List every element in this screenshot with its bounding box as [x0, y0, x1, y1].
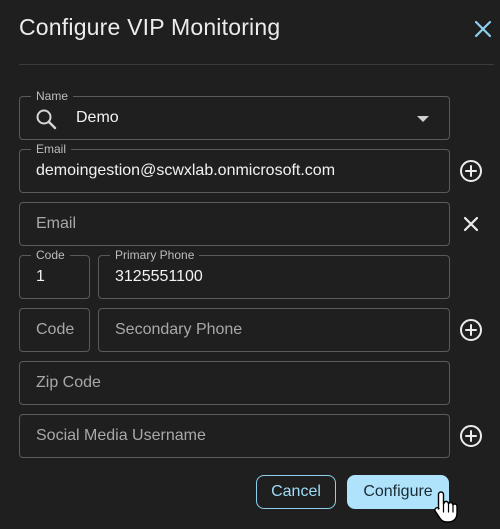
zip-code-field[interactable]: Zip Code	[19, 361, 450, 405]
dialog-title: Configure VIP Monitoring	[19, 14, 281, 40]
add-circle-icon	[460, 319, 482, 341]
social-media-placeholder: Social Media Username	[36, 427, 206, 444]
email-label: Email	[31, 142, 72, 156]
add-circle-icon	[460, 425, 482, 447]
code-value: 1	[36, 268, 45, 285]
secondary-phone-field[interactable]: Secondary Phone	[98, 308, 450, 352]
email-value: demoingestion@scwxlab.onmicrosoft.com	[36, 162, 336, 179]
name-select[interactable]: Name Demo	[19, 89, 450, 140]
header-divider	[19, 64, 494, 65]
remove-email-button[interactable]	[458, 211, 484, 237]
email-field-1[interactable]: Email demoingestion@scwxlab.onmicrosoft.…	[19, 142, 450, 193]
close-button[interactable]	[470, 16, 496, 42]
email-placeholder: Email	[36, 215, 77, 232]
hand-cursor-icon	[434, 491, 458, 523]
add-social-media-button[interactable]	[458, 423, 484, 449]
search-icon	[36, 109, 57, 130]
name-label: Name	[31, 89, 74, 103]
primary-phone-value: 3125551100	[115, 268, 203, 285]
cancel-button[interactable]: Cancel	[256, 475, 336, 509]
code-label: Code	[31, 248, 70, 262]
code-field-2[interactable]: Code	[19, 308, 90, 352]
code-field-1[interactable]: Code 1	[19, 248, 90, 299]
secondary-phone-placeholder: Secondary Phone	[115, 321, 243, 338]
dropdown-arrow-icon[interactable]	[416, 115, 430, 123]
configure-vip-dialog: Configure VIP Monitoring Name Demo Email…	[0, 0, 500, 529]
primary-phone-label: Primary Phone	[110, 248, 200, 262]
close-icon	[474, 20, 492, 38]
email-field-2[interactable]: Email	[19, 202, 450, 246]
social-media-field[interactable]: Social Media Username	[19, 414, 450, 458]
name-value: Demo	[76, 109, 119, 126]
add-circle-icon	[460, 160, 482, 182]
code-placeholder: Code	[36, 321, 75, 338]
primary-phone-field[interactable]: Primary Phone 3125551100	[98, 248, 450, 299]
add-email-button[interactable]	[458, 158, 484, 184]
add-phone-button[interactable]	[458, 317, 484, 343]
close-icon	[463, 216, 479, 232]
zip-code-placeholder: Zip Code	[36, 374, 101, 391]
